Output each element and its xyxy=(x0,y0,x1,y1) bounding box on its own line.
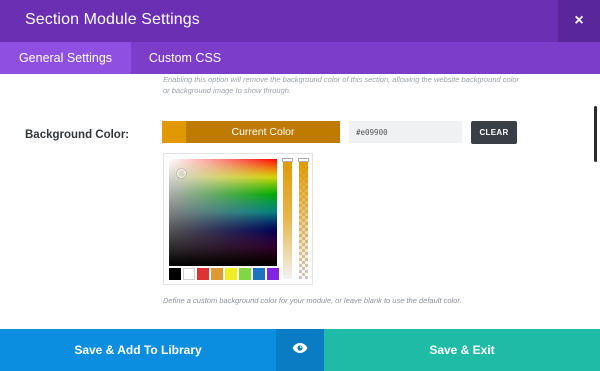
modal-footer: Save & Add To Library Save & Exit xyxy=(0,329,600,371)
spectrum-handle[interactable] xyxy=(177,169,186,178)
hue-slider-handle[interactable] xyxy=(282,158,293,162)
palette-swatch[interactable] xyxy=(225,268,237,280)
current-color-button[interactable]: Current Color xyxy=(162,121,340,143)
palette-swatch[interactable] xyxy=(253,268,265,280)
opacity-slider-handle[interactable] xyxy=(298,158,309,162)
scrollbar[interactable] xyxy=(594,106,597,162)
modal-header: Section Module Settings × xyxy=(0,0,600,42)
eye-icon xyxy=(292,341,308,359)
palette-swatch[interactable] xyxy=(239,268,251,280)
preview-button[interactable] xyxy=(276,329,324,371)
palette-swatch[interactable] xyxy=(267,268,279,280)
hue-slider[interactable] xyxy=(282,158,293,279)
palette-swatch[interactable] xyxy=(169,268,181,280)
current-color-label: Current Color xyxy=(231,126,295,138)
close-button[interactable]: × xyxy=(558,0,600,42)
option-description: Enabling this option will remove the bac… xyxy=(163,75,520,95)
settings-content: Enabling this option will remove the bac… xyxy=(0,74,600,329)
opacity-slider[interactable] xyxy=(298,158,309,279)
save-exit-button[interactable]: Save & Exit xyxy=(324,329,600,371)
color-swatch xyxy=(162,121,186,143)
color-palette xyxy=(169,268,279,280)
color-picker xyxy=(163,153,313,285)
tab-custom-css[interactable]: Custom CSS xyxy=(131,42,239,74)
background-color-label: Background Color: xyxy=(25,129,130,141)
help-text: Define a custom background color for you… xyxy=(163,296,462,305)
palette-swatch[interactable] xyxy=(197,268,209,280)
hex-color-input[interactable] xyxy=(349,121,462,143)
save-add-to-library-button[interactable]: Save & Add To Library xyxy=(0,329,276,371)
modal-title: Section Module Settings xyxy=(25,11,200,28)
palette-swatch[interactable] xyxy=(183,268,195,280)
tab-bar: General Settings Custom CSS xyxy=(0,42,600,74)
clear-button[interactable]: CLEAR xyxy=(471,121,517,144)
tab-general-settings[interactable]: General Settings xyxy=(0,42,131,74)
color-spectrum[interactable] xyxy=(169,159,277,266)
palette-swatch[interactable] xyxy=(211,268,223,280)
